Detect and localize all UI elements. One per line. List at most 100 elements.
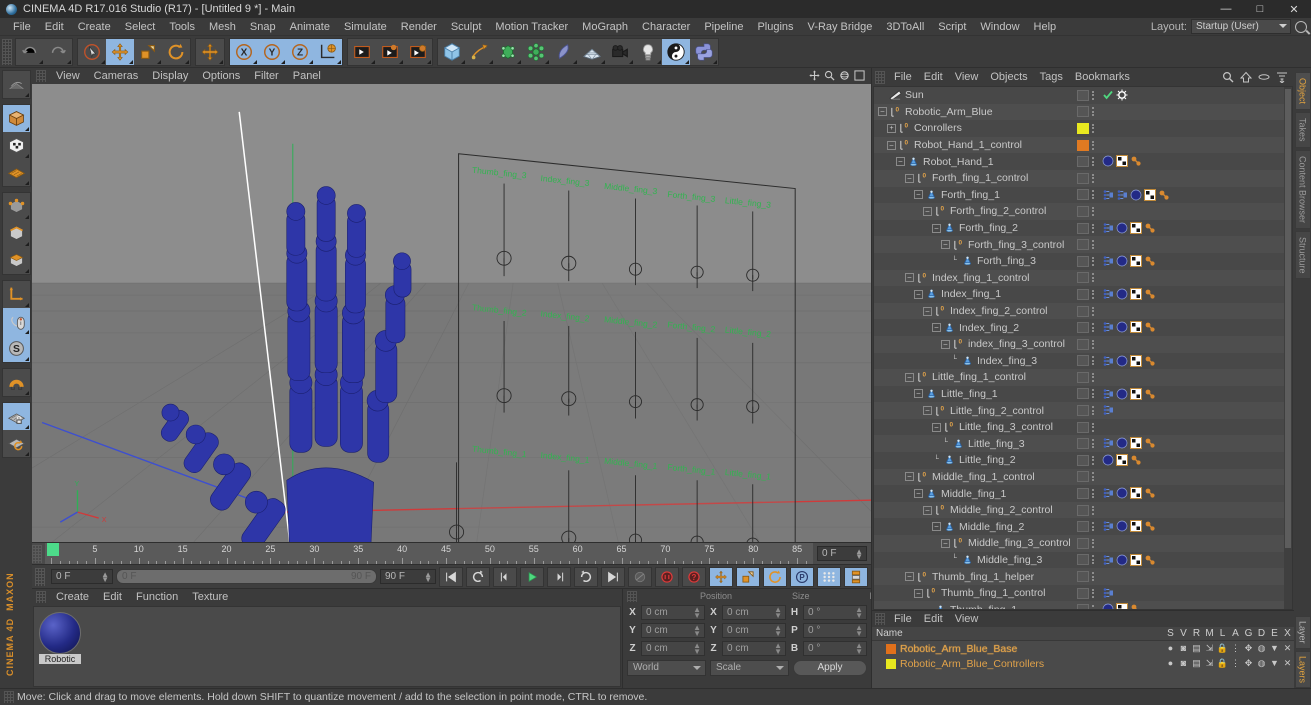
menu-character[interactable]: Character bbox=[635, 18, 697, 36]
layer-color-cell[interactable] bbox=[1077, 421, 1089, 433]
menu-file[interactable]: File bbox=[6, 18, 38, 36]
enable-snapping-s-icon[interactable]: S bbox=[2, 335, 30, 362]
object-row-dots-icon[interactable] bbox=[1092, 472, 1096, 482]
layer-toggle-R[interactable]: ▤ bbox=[1190, 658, 1203, 669]
coordinate-value-field[interactable]: 0 cm ▲ ▼ bbox=[641, 605, 705, 620]
magnet-tool-icon[interactable] bbox=[3, 369, 30, 396]
layer-color-cell[interactable] bbox=[1077, 355, 1089, 367]
object-row[interactable]: └ Index_fing_3 bbox=[874, 353, 1292, 370]
material-list[interactable]: Robotic bbox=[33, 606, 621, 687]
menu-animate[interactable]: Animate bbox=[283, 18, 337, 36]
layer-color-cell[interactable] bbox=[1077, 604, 1089, 609]
tree-expander-icon[interactable]: └ bbox=[950, 555, 959, 564]
constraint-tag-icon[interactable] bbox=[1130, 155, 1142, 167]
scale-tool-icon[interactable] bbox=[134, 39, 162, 65]
layer-menu-view[interactable]: View bbox=[949, 613, 985, 625]
blue-mat-icon[interactable] bbox=[1116, 222, 1128, 234]
xpresso-tag-icon[interactable] bbox=[1102, 321, 1114, 333]
point-level-animation-icon[interactable] bbox=[817, 566, 841, 587]
side-tab-object[interactable]: Object bbox=[1294, 72, 1311, 111]
rotate-tool-icon[interactable] bbox=[162, 39, 190, 65]
uvw-tag-icon[interactable] bbox=[1130, 221, 1142, 234]
tree-expander-icon[interactable]: └ bbox=[950, 257, 959, 266]
scroll-to-active-icon[interactable] bbox=[1276, 71, 1288, 83]
tree-expander-icon[interactable]: – bbox=[914, 190, 923, 200]
object-row[interactable]: – 0 Forth_fing_2_control bbox=[874, 203, 1292, 220]
layer-column-s[interactable]: S bbox=[1164, 628, 1177, 639]
layer-color-cell[interactable] bbox=[1077, 288, 1089, 300]
layer-color-cell[interactable] bbox=[1077, 388, 1089, 400]
uvw-tag-icon[interactable] bbox=[1130, 254, 1142, 267]
layer-column-r[interactable]: R bbox=[1190, 628, 1203, 639]
object-axis-mode-icon[interactable] bbox=[3, 281, 30, 308]
object-row[interactable]: +0 Conrollers bbox=[874, 120, 1292, 137]
blue-mat-icon[interactable] bbox=[1102, 603, 1114, 609]
material-menu-create[interactable]: Create bbox=[49, 591, 96, 603]
layer-toggle-M[interactable]: ⇲ bbox=[1203, 658, 1216, 669]
uvw-tag-icon[interactable] bbox=[1130, 520, 1142, 533]
move-axis-icon[interactable] bbox=[196, 39, 224, 65]
tree-expander-icon[interactable]: – bbox=[914, 588, 923, 598]
keyframe-selection-icon[interactable]: ? bbox=[682, 566, 706, 587]
object-row-dots-icon[interactable] bbox=[1092, 140, 1096, 150]
object-row-dots-icon[interactable] bbox=[1092, 372, 1096, 382]
xpresso-tag-icon[interactable] bbox=[1102, 355, 1114, 367]
object-row[interactable]: – 0 Little_fing_2_control bbox=[874, 402, 1292, 419]
object-menu-file[interactable]: File bbox=[888, 68, 918, 86]
layer-color-cell[interactable] bbox=[1077, 488, 1089, 500]
layer-color-cell[interactable] bbox=[1077, 139, 1089, 151]
layer-color-cell[interactable] bbox=[1077, 172, 1089, 184]
viewport-menu-cameras[interactable]: Cameras bbox=[87, 68, 146, 84]
object-row[interactable]: – Forth_fing_1 bbox=[874, 187, 1292, 204]
layer-toggle-G[interactable]: ✥ bbox=[1242, 643, 1255, 654]
object-menu-view[interactable]: View bbox=[949, 68, 985, 86]
object-row-dots-icon[interactable] bbox=[1092, 389, 1096, 399]
layer-color-cell[interactable] bbox=[1077, 89, 1089, 101]
menu-simulate[interactable]: Simulate bbox=[337, 18, 394, 36]
object-row-dots-icon[interactable] bbox=[1092, 356, 1096, 366]
constraint-tag-icon[interactable] bbox=[1144, 388, 1156, 400]
object-row-dots-icon[interactable] bbox=[1092, 605, 1096, 609]
layer-color-cell[interactable] bbox=[1077, 189, 1089, 201]
menu-create[interactable]: Create bbox=[71, 18, 118, 36]
tree-expander-icon[interactable]: – bbox=[941, 240, 950, 250]
object-row-dots-icon[interactable] bbox=[1092, 223, 1096, 233]
minimize-button[interactable]: — bbox=[1209, 0, 1243, 18]
point-mode-icon[interactable] bbox=[3, 193, 30, 220]
object-row[interactable]: └ Middle_fing_3 bbox=[874, 552, 1292, 569]
xpresso-tag-icon[interactable] bbox=[1102, 554, 1114, 566]
tree-expander-icon[interactable]: – bbox=[941, 538, 950, 548]
layer-menu-grip[interactable] bbox=[875, 613, 885, 625]
menu-3dtoall[interactable]: 3DToAll bbox=[879, 18, 931, 36]
toolbar-grip[interactable] bbox=[2, 38, 12, 65]
layer-side-tab-layers[interactable]: Layers bbox=[1294, 650, 1311, 688]
object-manager-tree[interactable]: Sun – 0 Robotic_Arm_Blue +0 Conrollers – 0 Robot… bbox=[873, 86, 1293, 610]
object-row-dots-icon[interactable] bbox=[1092, 538, 1096, 548]
blue-mat-icon[interactable] bbox=[1116, 487, 1128, 499]
animation-layers-icon[interactable] bbox=[844, 566, 868, 587]
object-menu-bookmarks[interactable]: Bookmarks bbox=[1069, 68, 1136, 86]
object-row[interactable]: – 0 Middle_fing_3_control bbox=[874, 535, 1292, 552]
coordinate-value-field[interactable]: 0 cm ▲ ▼ bbox=[722, 641, 786, 656]
layer-color-cell[interactable] bbox=[1077, 438, 1089, 450]
blue-mat-icon[interactable] bbox=[1116, 255, 1128, 267]
uvw-tag-icon[interactable] bbox=[1130, 288, 1142, 301]
layer-color-swatch[interactable] bbox=[886, 658, 896, 669]
layer-toggle-M[interactable]: ⇲ bbox=[1203, 643, 1216, 654]
constraint-tag-icon[interactable] bbox=[1144, 288, 1156, 300]
undo-icon[interactable] bbox=[16, 39, 44, 65]
layer-color-cell[interactable] bbox=[1077, 571, 1089, 583]
object-row-dots-icon[interactable] bbox=[1092, 173, 1096, 183]
layer-column-x[interactable]: X bbox=[1281, 628, 1294, 639]
go-to-parent-icon[interactable] bbox=[1240, 71, 1252, 83]
layer-toggle-S[interactable]: ● bbox=[1164, 643, 1177, 654]
go-to-end-icon[interactable] bbox=[601, 566, 625, 587]
object-menu-objects[interactable]: Objects bbox=[984, 68, 1033, 86]
menu-mograph[interactable]: MoGraph bbox=[575, 18, 635, 36]
scrollbar-thumb[interactable] bbox=[1285, 89, 1291, 549]
search-objects-icon[interactable] bbox=[1222, 71, 1234, 83]
render-region-icon[interactable] bbox=[376, 39, 404, 65]
layer-color-cell[interactable] bbox=[1077, 222, 1089, 234]
coordinate-system-dropdown[interactable]: World bbox=[627, 660, 706, 676]
layer-color-cell[interactable] bbox=[1077, 587, 1089, 599]
